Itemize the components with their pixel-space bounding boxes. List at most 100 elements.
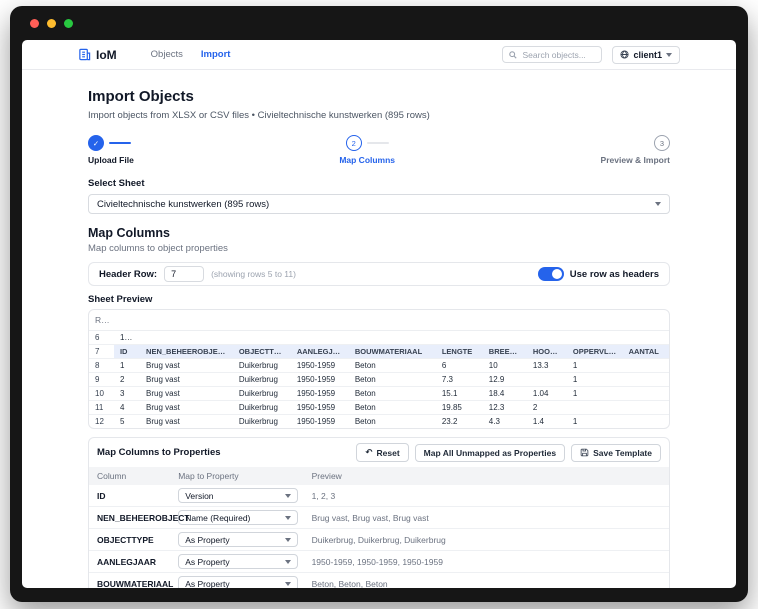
sheet-cell: 1 xyxy=(566,386,623,401)
mapping-preview: Beton, Beton, Beton xyxy=(303,572,669,588)
sheet-preview-row: 11 4 Brug vast Duikerbrug 1950-1959 Beton 19.8… xyxy=(89,400,669,415)
sheet-cell: Duikerbrug xyxy=(238,416,278,426)
header-row-input[interactable] xyxy=(164,266,205,282)
search-input[interactable] xyxy=(522,49,596,60)
mapping-column-name: NEN_BEHEEROBJECT xyxy=(89,506,190,529)
sheet-cell: 3 xyxy=(113,386,141,401)
header-right: client1 xyxy=(502,45,680,64)
maximize-window-button[interactable] xyxy=(64,18,73,28)
mapping-body: ID Version 1, 2, 3 NEN_BEHEEROBJECT Name (Re… xyxy=(89,485,669,588)
sheet-cell: ID xyxy=(113,344,141,359)
chevron-down-icon xyxy=(285,581,292,586)
sheet-cell: 12.9 xyxy=(482,372,527,387)
sheet-cell: 1 xyxy=(113,358,141,373)
chevron-down-icon xyxy=(285,515,292,520)
sheet-cell: 7.3 xyxy=(435,372,483,387)
map-to-property-select[interactable]: As Property xyxy=(178,532,299,547)
map-columns-subtitle: Map columns to object properties xyxy=(88,243,228,254)
close-window-button[interactable] xyxy=(30,18,39,28)
sheet-cell: AANLEGJAAR xyxy=(290,344,349,359)
window-titlebar xyxy=(10,6,748,40)
sheet-cell: 10 xyxy=(482,358,527,373)
map-all-unmapped-button[interactable]: Map All Unmapped as Properties xyxy=(414,443,566,462)
map-to-property-select[interactable]: As Property xyxy=(178,576,299,588)
nav-objects[interactable]: Objects xyxy=(151,49,183,60)
map-to-property-select[interactable]: Version xyxy=(178,488,299,503)
sheet-cell xyxy=(348,330,436,345)
sheet-cell: 1.4 xyxy=(532,416,544,426)
sheet-cell: Beton xyxy=(348,400,436,415)
sheet-cell: Brug vast xyxy=(140,372,233,387)
mapping-column-name: AANLEGJAAR xyxy=(89,550,171,573)
sheet-cell: Duikerbrug xyxy=(232,372,291,387)
map-all-label: Map All Unmapped as Properties xyxy=(423,447,557,458)
map-card-header: Map Columns to Properties ↶ Reset Map Al… xyxy=(89,438,669,467)
sheet-cell xyxy=(566,330,623,345)
row-number-cell: 10 xyxy=(89,386,114,401)
step-connector xyxy=(109,142,131,144)
map-to-property-select[interactable]: Name (Required) xyxy=(178,510,299,525)
sheet-cell xyxy=(526,372,567,387)
sheet-cell xyxy=(482,330,527,345)
use-row-as-headers: Use row as headers xyxy=(537,267,659,281)
row-number-cell: 9 xyxy=(89,372,114,387)
sheet-cell: 2 xyxy=(113,372,141,387)
reset-button[interactable]: ↶ Reset xyxy=(356,443,409,462)
sheet-cell xyxy=(622,358,669,373)
save-template-button[interactable]: Save Template xyxy=(571,443,661,462)
client-menu-button[interactable]: client1 xyxy=(612,45,680,64)
map-to-property-header: Map to Property xyxy=(170,467,304,485)
sheet-preview-table: Row 6 1014 7 ID NEN_BEHEEROBJECT OBJECTTYPE AA… xyxy=(89,310,669,428)
sheet-cell: BOUWMATERIAAL xyxy=(348,344,436,359)
selected-property: As Property xyxy=(185,556,230,567)
minimize-window-button[interactable] xyxy=(47,18,56,28)
sheet-cell: 1950-1959 xyxy=(290,386,349,401)
sheet-cell: Brug vast xyxy=(146,416,180,426)
mapping-column-name: BOUWMATERIAAL xyxy=(89,572,173,588)
map-columns-title: Map Columns xyxy=(88,226,170,240)
header-row-label: Header Row: xyxy=(99,268,158,280)
sheet-preview-header-row: Row xyxy=(89,310,669,331)
save-template-label: Save Template xyxy=(593,447,652,458)
sheet-cell: 1 xyxy=(566,372,623,387)
selected-property: Version xyxy=(185,490,214,501)
map-to-property-select[interactable]: As Property xyxy=(178,554,299,569)
sheet-cell xyxy=(140,330,233,345)
app-logo[interactable]: IoM xyxy=(78,48,117,62)
app-name: IoM xyxy=(96,47,117,62)
sheet-cell xyxy=(566,400,623,415)
search-box[interactable] xyxy=(502,46,603,63)
sheet-cell: 1950-1959 xyxy=(290,358,349,373)
row-number-cell: 8 xyxy=(89,358,114,373)
step-upload-file: ✓ Upload File xyxy=(88,135,134,165)
nav-import[interactable]: Import xyxy=(201,49,231,60)
sheet-cell: Brug vast xyxy=(140,386,233,401)
main-nav: Objects Import xyxy=(151,49,231,60)
sheet-cell: Duikerbrug xyxy=(232,358,291,373)
sheet-preview-row: 6 1014 xyxy=(89,330,669,345)
client-name: client1 xyxy=(633,49,662,60)
mapping-table: Column Map to Property Preview ID Version… xyxy=(89,467,669,588)
sheet-cell: Beton xyxy=(354,416,376,426)
step-2-number: 2 xyxy=(345,135,362,151)
mapping-header-row: Column Map to Property Preview xyxy=(89,467,669,485)
sheet-cell: 1950-1959 xyxy=(290,372,349,387)
sheet-cell xyxy=(526,330,567,345)
row-number-cell: 12 xyxy=(95,416,104,426)
mapping-preview: Duikerbrug, Duikerbrug, Duikerbrug xyxy=(303,528,669,551)
sheet-cell: 1 xyxy=(572,416,578,426)
sheet-cell: 1.04 xyxy=(526,386,567,401)
mapping-row: NEN_BEHEEROBJECT Name (Required) Brug vast… xyxy=(89,506,669,529)
sheet-cell: 5 xyxy=(119,416,125,426)
sheet-cell: Duikerbrug xyxy=(232,386,291,401)
sheet-cell: 15.1 xyxy=(435,386,483,401)
sheet-cell: Beton xyxy=(348,358,436,373)
globe-icon xyxy=(620,50,630,59)
use-row-as-headers-toggle[interactable] xyxy=(537,267,564,281)
sheet-select[interactable]: Civieltechnische kunstwerken (895 rows) xyxy=(88,194,670,214)
sheet-cell: 1 xyxy=(566,358,623,373)
sheet-cell: Duikerbrug xyxy=(232,400,291,415)
sheet-preview-row: 10 3 Brug vast Duikerbrug 1950-1959 Beton 15.1… xyxy=(89,386,669,401)
map-columns-card: Map Columns to Properties ↶ Reset Map Al… xyxy=(88,437,670,588)
mapping-column-name: ID xyxy=(97,490,106,501)
